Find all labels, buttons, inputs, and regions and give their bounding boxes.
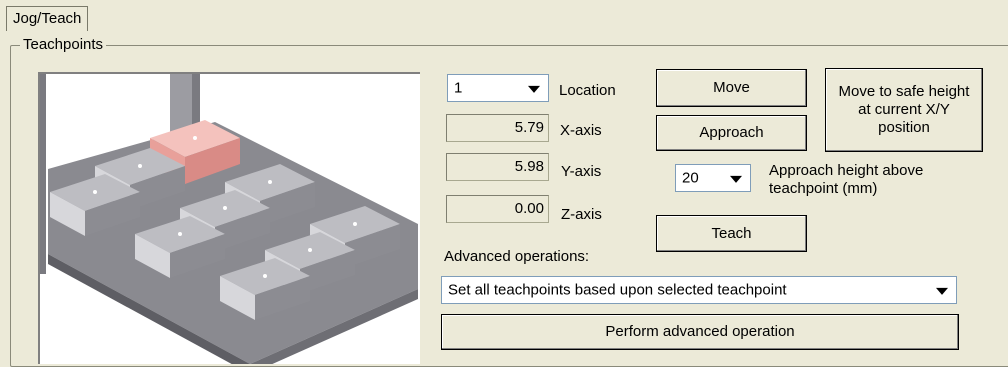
approach-height-label: Approach height above teachpoint (mm) — [769, 162, 924, 197]
location-select[interactable]: 1 — [447, 74, 549, 102]
chevron-down-icon — [730, 175, 742, 183]
y-axis-label: Y-axis — [561, 163, 602, 180]
teachpoints-group-title: Teachpoints — [20, 36, 107, 54]
x-axis-label: X-axis — [560, 122, 602, 139]
advanced-operations-label: Advanced operations: — [444, 248, 590, 265]
teach-button[interactable]: Teach — [656, 215, 807, 252]
chevron-down-icon — [936, 287, 948, 295]
perform-advanced-operation-button[interactable]: Perform advanced operation — [441, 314, 959, 350]
deck-3d-viewport[interactable] — [38, 72, 420, 364]
z-axis-value: 0.00 — [446, 195, 549, 223]
advanced-operation-select[interactable]: Set all teachpoints based upon selected … — [441, 276, 957, 304]
move-to-safe-height-button[interactable]: Move to safe height at current X/Y posit… — [825, 68, 983, 152]
z-axis-label: Z-axis — [561, 206, 602, 223]
chevron-down-icon — [528, 85, 540, 93]
location-label: Location — [559, 82, 616, 99]
advanced-operation-value: Set all teachpoints based upon selected … — [448, 281, 787, 299]
deck-3d-image — [40, 74, 418, 364]
move-button[interactable]: Move — [656, 69, 807, 107]
y-axis-value: 5.98 — [446, 153, 549, 181]
approach-height-select[interactable]: 20 — [675, 164, 751, 192]
approach-height-value: 20 — [682, 169, 699, 187]
location-value: 1 — [454, 79, 463, 97]
approach-button[interactable]: Approach — [656, 115, 807, 151]
x-axis-value: 5.79 — [446, 114, 549, 142]
tab-jog-teach[interactable]: Jog/Teach — [6, 6, 89, 31]
